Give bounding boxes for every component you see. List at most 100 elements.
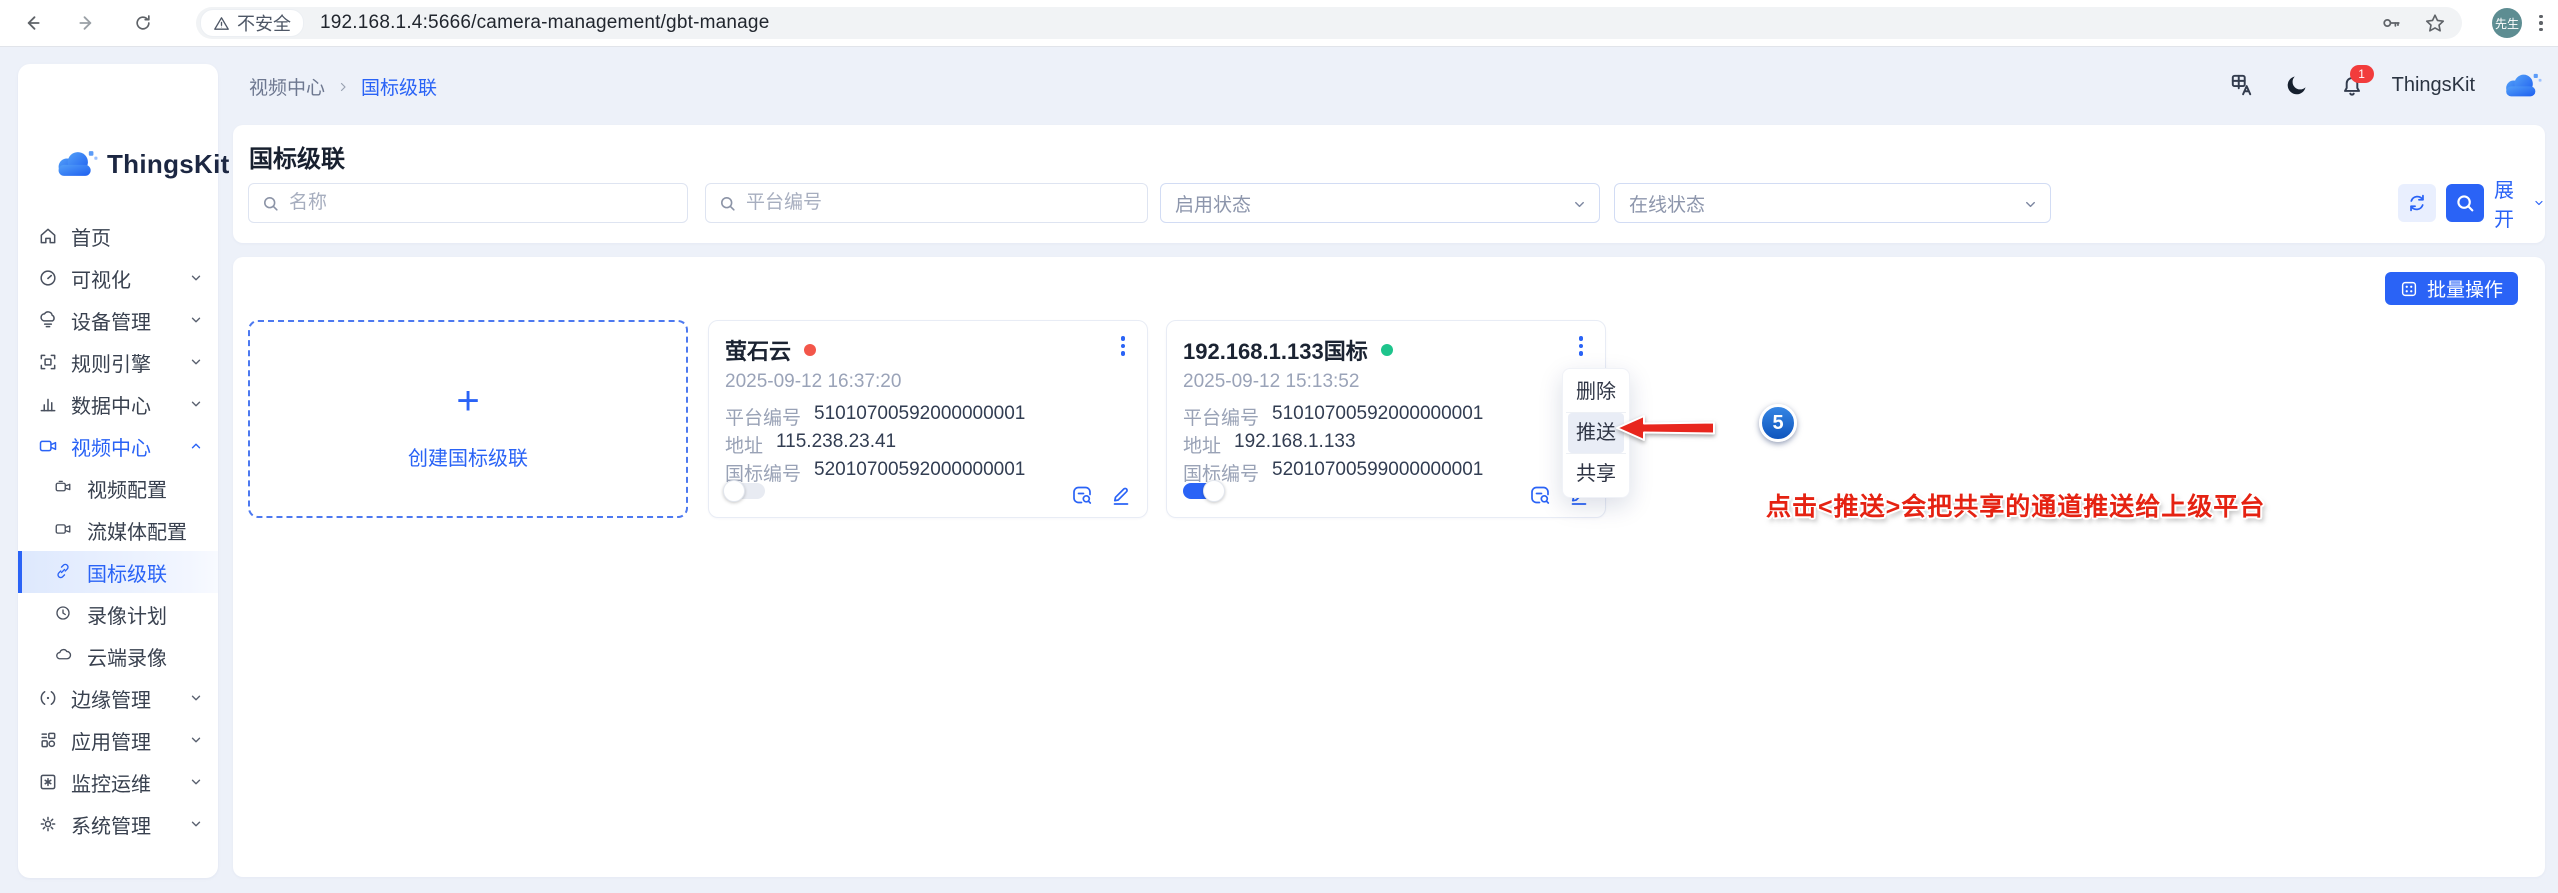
sidebar-item-cloud-record[interactable]: 云端录像 — [18, 635, 218, 677]
video-config-icon — [54, 478, 74, 498]
thingskit-cloud-icon — [54, 148, 98, 180]
record-plan-icon — [54, 604, 74, 624]
sidebar-item-monitoring-ops[interactable]: 监控运维 — [18, 761, 218, 803]
platform-id-value: 51010700592000000001 — [1272, 403, 1483, 430]
browser-forward-button[interactable] — [72, 8, 102, 38]
security-label: 不安全 — [237, 10, 291, 36]
name-search-input[interactable] — [249, 184, 687, 222]
warning-triangle-icon — [213, 15, 230, 32]
browser-profile-avatar[interactable]: 先生 — [2492, 8, 2522, 38]
chevron-down-icon — [189, 775, 203, 789]
refresh-icon — [2406, 192, 2428, 214]
app-logo-text: ThingsKit — [107, 149, 230, 180]
enable-toggle[interactable] — [1183, 483, 1223, 499]
enable-toggle[interactable] — [725, 483, 765, 499]
sidebar-item-app-management[interactable]: 应用管理 — [18, 719, 218, 761]
create-gbt-cascade-card[interactable]: + 创建国标级联 — [248, 320, 688, 518]
gbt-card-yingshiyun: 萤石云 2025-09-12 16:37:20 平台编号510107005920… — [708, 320, 1148, 518]
sidebar-item-device-management[interactable]: 设备管理 — [18, 299, 218, 341]
sidebar-item-rule-engine[interactable]: 规则引擎 — [18, 341, 218, 383]
annotation-arrow-icon — [1614, 413, 1718, 443]
search-button[interactable] — [2446, 184, 2484, 222]
notification-button[interactable]: 1 — [2337, 70, 2367, 100]
name-filter-field — [248, 183, 688, 223]
sidebar-item-stream-config[interactable]: 流媒体配置 — [18, 509, 218, 551]
menu-item-delete[interactable]: 删除 — [1568, 372, 1624, 412]
rule-engine-icon — [38, 352, 58, 372]
chevron-down-icon — [1572, 197, 1587, 212]
gbt-card-192-168-1-133: 192.168.1.133国标 2025-09-12 15:13:52 平台编号… — [1166, 320, 1606, 518]
monitor-ops-icon — [38, 772, 58, 792]
sidebar: ThingsKit 首页 可视化 设备管理 规则引擎 — [18, 64, 218, 878]
user-avatar[interactable] — [2500, 70, 2544, 100]
chevron-down-icon — [189, 271, 203, 285]
device-icon — [38, 310, 58, 330]
content-panel: 批量操作 + 创建国标级联 萤石云 2025-09-12 16:37:20 平台… — [233, 257, 2545, 877]
browser-back-button[interactable] — [17, 8, 47, 38]
header-actions: 1 ThingsKit — [2227, 66, 2544, 104]
gear-icon — [38, 814, 58, 834]
platform-id-value: 51010700592000000001 — [814, 403, 1025, 430]
card-timestamp: 2025-09-12 16:37:20 — [725, 371, 901, 393]
sidebar-item-home[interactable]: 首页 — [18, 215, 218, 257]
browser-refresh-button[interactable] — [128, 8, 158, 38]
gbt-id-value: 52010700599000000001 — [1272, 459, 1483, 486]
video-camera-icon — [38, 436, 58, 456]
cloud-icon — [54, 646, 74, 666]
language-switch-button[interactable] — [2227, 70, 2257, 100]
breadcrumb: 视频中心 国标级联 — [249, 73, 437, 100]
sidebar-item-data-center[interactable]: 数据中心 — [18, 383, 218, 425]
browser-menu-button[interactable] — [2532, 10, 2550, 36]
sidebar-item-visualization[interactable]: 可视化 — [18, 257, 218, 299]
card-title: 萤石云 — [725, 334, 791, 366]
screen: 不安全 192.168.1.4:5666/camera-management/g… — [0, 0, 2558, 893]
chevron-down-icon — [2023, 197, 2038, 212]
search-icon — [2454, 192, 2476, 214]
avatar-cloud-icon — [2502, 71, 2542, 100]
browser-toolbar: 不安全 192.168.1.4:5666/camera-management/g… — [0, 0, 2558, 47]
password-key-icon[interactable] — [2380, 12, 2402, 34]
card-more-button[interactable] — [1111, 332, 1135, 360]
detail-view-icon[interactable] — [1528, 483, 1552, 507]
language-icon — [2229, 72, 2255, 98]
sidebar-item-video-center[interactable]: 视频中心 — [18, 425, 218, 467]
url-text[interactable]: 192.168.1.4:5666/camera-management/gbt-m… — [320, 12, 769, 34]
chevron-down-icon — [189, 733, 203, 747]
card-more-button[interactable] — [1569, 332, 1593, 360]
menu-item-share[interactable]: 共享 — [1568, 454, 1624, 494]
gbt-id-value: 52010700592000000001 — [814, 459, 1025, 486]
gauge-icon — [38, 268, 58, 288]
batch-operation-button[interactable]: 批量操作 — [2385, 272, 2518, 305]
chevron-down-icon — [189, 313, 203, 327]
sidebar-item-video-config[interactable]: 视频配置 — [18, 467, 218, 509]
annotation-step-badge: 5 — [1759, 404, 1797, 442]
online-status-select[interactable]: 在线状态 — [1614, 183, 2051, 223]
sidebar-item-system-management[interactable]: 系统管理 — [18, 803, 218, 845]
sidebar-item-record-plan[interactable]: 录像计划 — [18, 593, 218, 635]
app-logo: ThingsKit — [54, 148, 230, 180]
expand-toggle[interactable]: 展开 — [2494, 183, 2545, 223]
bookmark-star-icon[interactable] — [2424, 12, 2446, 34]
page-title: 国标级联 — [249, 139, 345, 174]
breadcrumb-video-center[interactable]: 视频中心 — [249, 73, 325, 100]
detail-view-icon[interactable] — [1070, 483, 1094, 507]
sidebar-item-edge-management[interactable]: 边缘管理 — [18, 677, 218, 719]
refresh-button[interactable] — [2398, 184, 2436, 222]
dark-mode-toggle[interactable] — [2282, 70, 2312, 100]
chevron-down-icon — [189, 691, 203, 705]
edit-icon[interactable] — [1109, 483, 1133, 507]
forward-arrow-icon — [77, 13, 97, 33]
enable-status-select[interactable]: 启用状态 — [1160, 183, 1600, 223]
address-bar[interactable]: 不安全 192.168.1.4:5666/camera-management/g… — [196, 7, 2462, 39]
breadcrumb-gbt-cascade[interactable]: 国标级联 — [361, 73, 437, 100]
sidebar-item-gbt-cascade[interactable]: 国标级联 — [18, 551, 218, 593]
stream-media-icon — [54, 520, 74, 540]
chevron-down-icon — [189, 397, 203, 411]
app-grid-icon — [38, 730, 58, 750]
home-icon — [38, 226, 58, 246]
platform-id-search-input[interactable] — [706, 184, 1147, 222]
annotation-note: 点击<推送>会把共享的通道推送给上级平台 — [1766, 487, 2265, 523]
plus-icon: + — [456, 386, 479, 416]
card-title: 192.168.1.133国标 — [1183, 334, 1368, 366]
security-chip[interactable]: 不安全 — [200, 9, 304, 37]
